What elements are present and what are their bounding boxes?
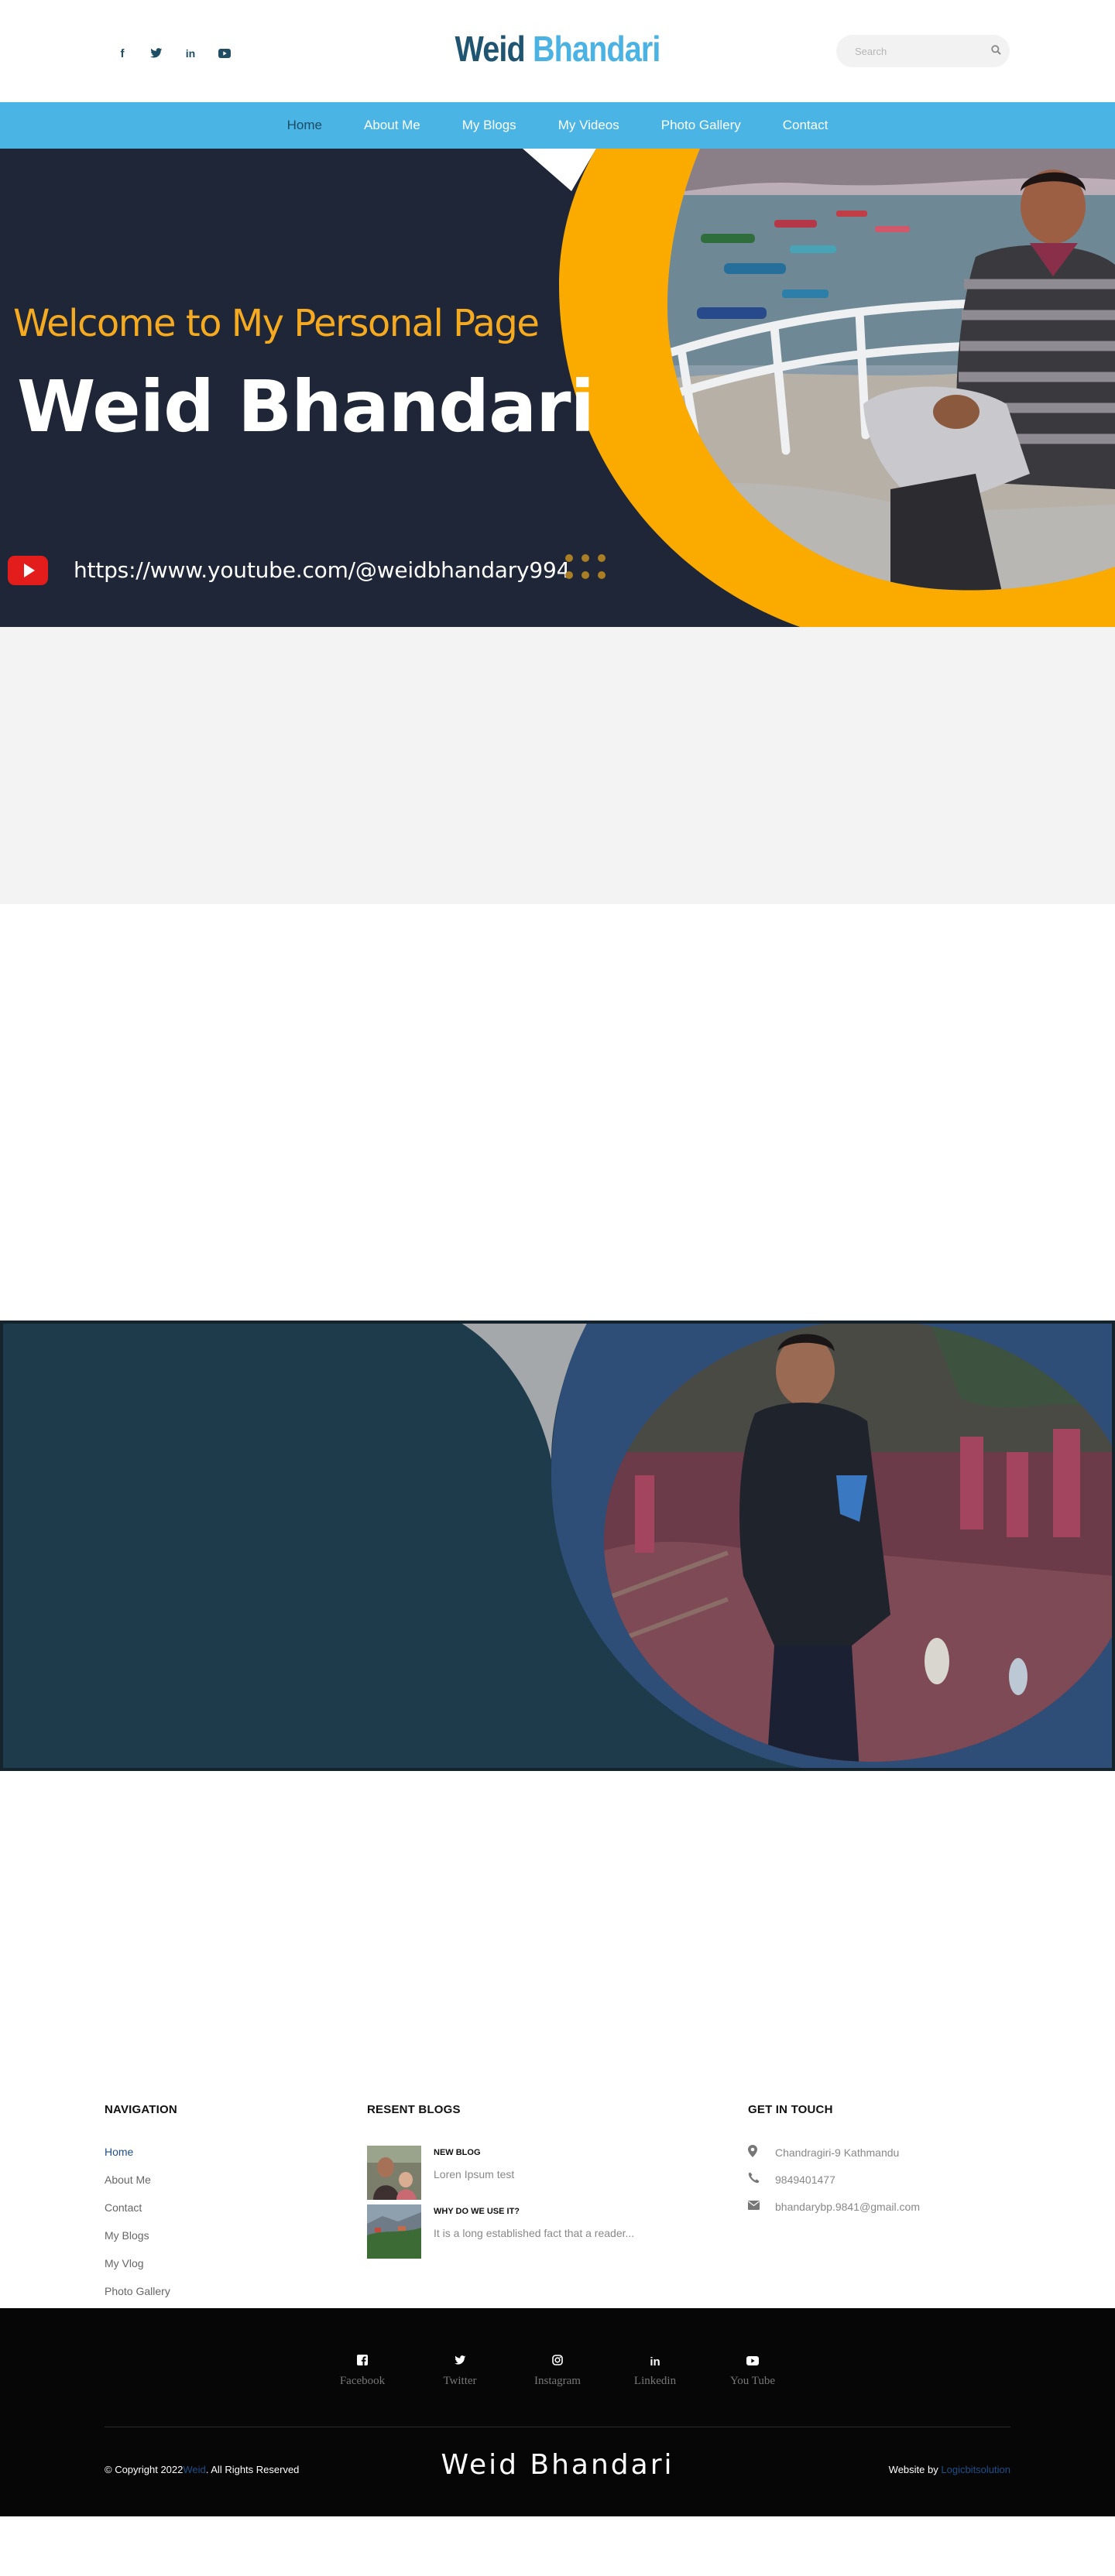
blog-item[interactable]: NEW BLOG Loren Ipsum test — [367, 2146, 514, 2200]
contact-email-text[interactable]: bhandarybp.9841@gmail.com — [775, 2201, 920, 2213]
website-credit: Website by Logicbitsolution — [889, 2464, 1010, 2475]
footer-blogs-title: RESENT BLOGS — [367, 2103, 461, 2116]
content-placeholder-white-2 — [0, 1771, 1115, 2098]
hero-youtube-link[interactable]: https://www.youtube.com/@weidbhandary994 — [74, 557, 570, 583]
contact-email[interactable]: bhandarybp.9841@gmail.com — [748, 2193, 920, 2220]
footer-links: NAVIGATION Home About Me Contact My Blog… — [0, 2098, 1115, 2308]
blog-thumbnail[interactable] — [367, 2204, 421, 2259]
search-icon[interactable] — [991, 45, 1001, 57]
nav-about-me[interactable]: About Me — [343, 102, 441, 149]
footer-nav-contact[interactable]: Contact — [105, 2201, 170, 2229]
blog-excerpt: Loren Ipsum test — [434, 2168, 515, 2180]
footer-bottom: Facebook Twitter Instagram in Linkedin Y… — [0, 2308, 1115, 2516]
blog-excerpt: It is a long established fact that a rea… — [434, 2227, 635, 2239]
logo-first-word: Weid — [455, 29, 525, 69]
nav-my-videos[interactable]: My Videos — [537, 102, 640, 149]
facebook-icon — [314, 2355, 411, 2370]
nav-home[interactable]: Home — [266, 102, 343, 149]
search-box — [836, 35, 1010, 67]
linkedin-icon: in — [650, 2355, 660, 2369]
footer-nav-home[interactable]: Home — [105, 2146, 170, 2174]
search-input[interactable] — [855, 45, 991, 57]
website-credit-prefix: Website by — [888, 2464, 938, 2475]
contact-address-text: Chandragiri-9 Kathmandu — [775, 2146, 900, 2159]
twitter-icon — [411, 2355, 509, 2370]
footer-social-label: Facebook — [339, 2375, 386, 2387]
blog-thumbnail[interactable] — [367, 2146, 421, 2200]
footer-social-twitter[interactable]: Twitter — [411, 2355, 509, 2388]
map-marker-icon — [748, 2144, 771, 2160]
contact-phone-text[interactable]: 9849401477 — [775, 2174, 835, 2186]
hero-welcome-text: Welcome to My Personal Page — [13, 302, 540, 345]
blog-item[interactable]: WHY DO WE USE IT? It is a long establish… — [367, 2204, 634, 2259]
youtube-badge[interactable] — [8, 556, 48, 585]
site-header: f in Weid Bhandari — [0, 0, 1115, 102]
footer-contact-title: GET IN TOUCH — [748, 2103, 833, 2116]
envelope-icon — [748, 2200, 771, 2213]
blog-title[interactable]: NEW BLOG — [434, 2148, 514, 2157]
instagram-icon — [509, 2355, 606, 2370]
nav-photo-gallery[interactable]: Photo Gallery — [640, 102, 762, 149]
secondary-banner — [0, 1321, 1115, 1771]
footer-social-facebook[interactable]: Facebook — [314, 2355, 411, 2388]
footer-navigation-title: NAVIGATION — [105, 2103, 177, 2116]
main-nav: Home About Me My Blogs My Videos Photo G… — [0, 102, 1115, 149]
footer-social-label: You Tube — [729, 2375, 776, 2387]
footer-navigation-list: Home About Me Contact My Blogs My Vlog P… — [105, 2146, 170, 2313]
footer-social-label: Twitter — [443, 2375, 477, 2387]
logo-second-word: Bhandari — [532, 29, 660, 69]
nav-my-blogs[interactable]: My Blogs — [441, 102, 537, 149]
footer-social-label: Instagram — [534, 2375, 581, 2387]
footer-social-links: Facebook Twitter Instagram in Linkedin Y… — [0, 2355, 1115, 2388]
content-placeholder-gray — [0, 627, 1115, 904]
nav-contact[interactable]: Contact — [762, 102, 849, 149]
phone-icon — [748, 2172, 771, 2187]
blog-title[interactable]: WHY DO WE USE IT? — [434, 2207, 634, 2216]
footer-social-youtube[interactable]: You Tube — [704, 2355, 801, 2388]
decorative-dots — [565, 554, 606, 579]
content-placeholder-white — [0, 904, 1115, 1321]
play-icon — [23, 564, 35, 577]
hero-banner: Welcome to My Personal Page Weid Bhandar… — [0, 149, 1115, 627]
secondary-banner-graphic — [3, 1324, 1112, 1768]
footer-social-linkedin[interactable]: in Linkedin — [606, 2355, 704, 2388]
footer-nav-my-blogs[interactable]: My Blogs — [105, 2229, 170, 2257]
hero-title: Weid Bhandari — [17, 365, 595, 448]
contact-phone[interactable]: 9849401477 — [748, 2166, 920, 2193]
footer-contact-list: Chandragiri-9 Kathmandu 9849401477 bhand… — [748, 2139, 920, 2220]
footer-social-instagram[interactable]: Instagram — [509, 2355, 606, 2388]
footer-nav-about-me[interactable]: About Me — [105, 2174, 170, 2201]
contact-address: Chandragiri-9 Kathmandu — [748, 2139, 920, 2166]
youtube-icon — [704, 2355, 801, 2370]
footer-nav-my-vlog[interactable]: My Vlog — [105, 2257, 170, 2285]
footer-social-label: Linkedin — [633, 2375, 677, 2387]
website-credit-link[interactable]: Logicbitsolution — [941, 2464, 1010, 2475]
